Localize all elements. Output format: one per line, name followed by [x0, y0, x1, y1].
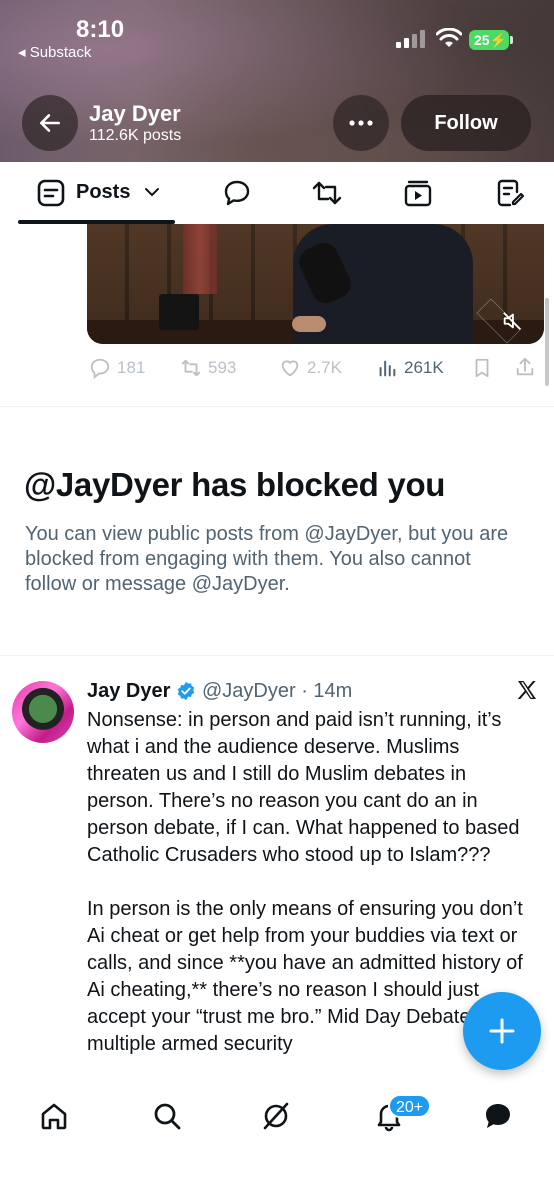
- like-count: 2.7K: [307, 358, 342, 377]
- tab-reposts[interactable]: [310, 176, 344, 210]
- back-button[interactable]: [22, 95, 78, 151]
- views-icon: [379, 360, 396, 377]
- tweet-author-name[interactable]: Jay Dyer: [87, 680, 170, 703]
- articles-icon: [497, 179, 525, 207]
- back-to-app-link[interactable]: ◂ Substack: [18, 43, 91, 61]
- share-icon[interactable]: [514, 356, 536, 378]
- more-options-button[interactable]: [333, 95, 389, 151]
- repost-action[interactable]: 593: [180, 357, 236, 379]
- messages-icon[interactable]: [482, 1100, 514, 1132]
- follow-button[interactable]: Follow: [401, 95, 531, 151]
- wifi-icon: [436, 28, 462, 47]
- views-action[interactable]: 261K: [376, 357, 444, 379]
- blocked-title: @JayDyer has blocked you: [24, 466, 446, 503]
- divider: [0, 406, 554, 407]
- signal-icon: [396, 30, 425, 48]
- tab-replies[interactable]: [220, 176, 254, 210]
- status-time: 8:10: [76, 16, 125, 43]
- tweet-handle-time: @JayDyer · 14m: [202, 680, 353, 702]
- avatar[interactable]: [12, 681, 74, 743]
- battery-indicator: 25⚡: [469, 30, 509, 50]
- grok-icon[interactable]: [260, 1100, 292, 1132]
- chevron-down-icon[interactable]: [144, 186, 160, 198]
- mute-icon[interactable]: [501, 310, 523, 332]
- like-action[interactable]: 2.7K: [279, 357, 342, 379]
- scrollbar[interactable]: [545, 298, 549, 386]
- profile-name: Jay Dyer: [89, 101, 181, 126]
- video-mug: [159, 294, 199, 330]
- repost-count: 593: [208, 358, 237, 377]
- repost-icon: [181, 359, 201, 377]
- video-flag: [183, 224, 217, 294]
- reply-icon: [90, 358, 110, 379]
- x-logo-icon: [517, 681, 536, 699]
- battery-tip: [510, 36, 513, 44]
- charging-icon: ⚡: [489, 32, 508, 48]
- posts-icon: [37, 179, 65, 207]
- reply-action[interactable]: 181: [89, 357, 145, 379]
- post-video[interactable]: [87, 224, 544, 344]
- notifications-badge: 20+: [388, 1094, 432, 1118]
- retweet-icon: [312, 181, 342, 205]
- blocked-description: You can view public posts from @JayDyer,…: [25, 523, 509, 595]
- arrow-left-icon: [40, 114, 60, 132]
- heart-icon: [281, 360, 299, 377]
- tab-videos[interactable]: [401, 176, 435, 210]
- video-icon: [404, 180, 432, 207]
- search-icon[interactable]: [151, 1100, 183, 1132]
- video-hand: [292, 316, 326, 332]
- plus-icon: [489, 1018, 515, 1044]
- view-count: 261K: [404, 358, 444, 377]
- bookmark-icon[interactable]: [471, 357, 493, 379]
- chat-bubble-icon: [224, 180, 250, 206]
- tab-articles[interactable]: [493, 176, 527, 210]
- battery-level: 25: [474, 32, 490, 48]
- verified-badge-icon: [177, 681, 195, 701]
- reply-count: 181: [117, 358, 146, 377]
- home-icon[interactable]: [38, 1100, 70, 1132]
- compose-button[interactable]: [463, 992, 541, 1070]
- divider: [0, 655, 554, 656]
- profile-post-count: 112.6K posts: [89, 127, 182, 144]
- more-dots-icon: [349, 120, 373, 126]
- tab-posts-label[interactable]: Posts: [76, 181, 130, 204]
- tab-posts[interactable]: [34, 176, 68, 210]
